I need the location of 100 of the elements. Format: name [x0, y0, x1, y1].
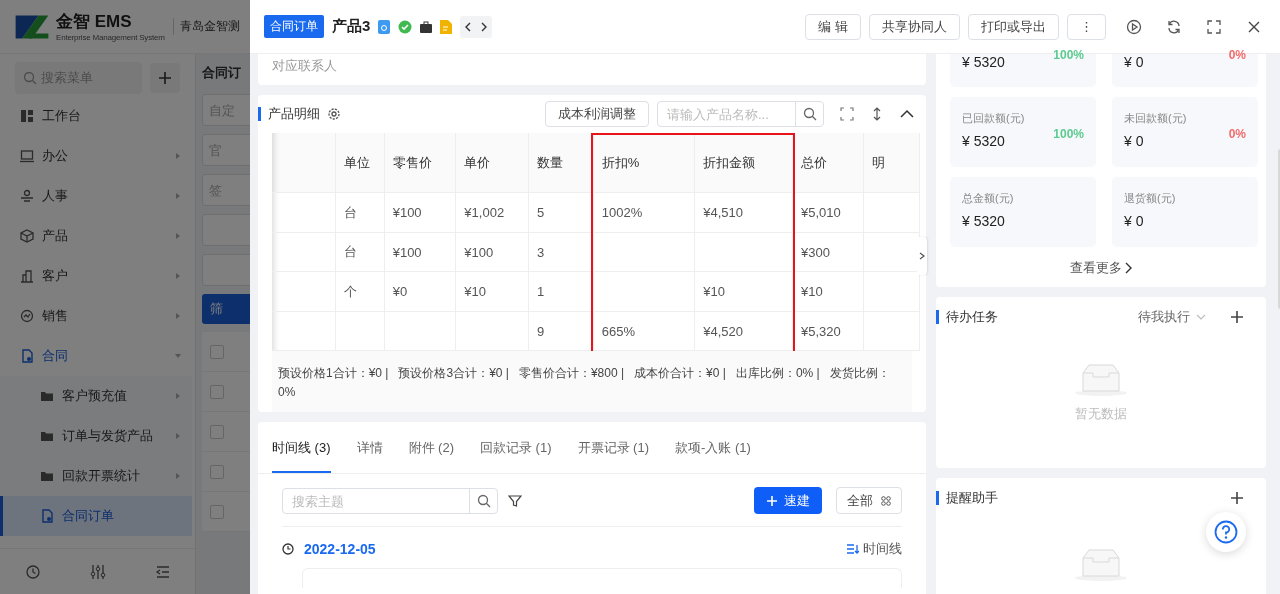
menu-item[interactable]: 客户: [0, 256, 192, 296]
caret-right-icon: [174, 232, 182, 240]
menu-item[interactable]: 办公: [0, 136, 192, 176]
fullscreen-icon[interactable]: [1206, 18, 1222, 35]
timeline-view-link[interactable]: 时间线: [847, 540, 902, 558]
field-label: 对应联系人: [258, 54, 926, 85]
tab[interactable]: 详情: [356, 437, 383, 473]
check-circle-icon[interactable]: [398, 19, 413, 34]
stat-label: 已回款额(元): [962, 111, 1026, 126]
chevron-right-icon: [919, 252, 925, 260]
caret-right-icon: [174, 472, 182, 480]
file-icon[interactable]: [378, 19, 391, 34]
checkbox[interactable]: [210, 384, 224, 399]
search-icon: [23, 71, 37, 85]
tab[interactable]: 时间线 (3): [272, 437, 331, 473]
dashboard-icon: [20, 109, 34, 123]
record-title: 产品3: [332, 17, 371, 36]
menu-item[interactable]: 合同订单: [0, 496, 192, 536]
person-icon: [20, 189, 34, 203]
search-icon: [802, 106, 817, 121]
checkbox[interactable]: [210, 464, 224, 479]
edit-button[interactable]: 编 辑: [805, 13, 861, 40]
table-cell: ¥100: [384, 192, 456, 233]
column-header: 数量: [528, 132, 594, 193]
play-icon[interactable]: [1126, 18, 1142, 35]
page-title: 合同订: [202, 64, 241, 82]
view-more-link[interactable]: 查看更多: [1070, 259, 1132, 277]
add-icon[interactable]: [1230, 310, 1244, 324]
help-button[interactable]: [1206, 512, 1246, 552]
history-icon[interactable]: [24, 563, 41, 580]
building-icon: [20, 269, 34, 283]
menu-item[interactable]: 回款开票统计: [0, 456, 192, 496]
table-cell: ¥1,002: [455, 192, 529, 233]
menu-item[interactable]: 订单与发货产品: [0, 416, 192, 456]
tab[interactable]: 开票记录 (1): [577, 437, 649, 473]
add-icon[interactable]: [1230, 491, 1244, 505]
vertical-arrows-icon[interactable]: [872, 106, 882, 121]
menu-item[interactable]: 产品: [0, 216, 192, 256]
caret-right-icon: [174, 312, 182, 320]
column-header: 明: [863, 132, 920, 193]
cost-adjust-button[interactable]: 成本利润调整: [545, 100, 649, 127]
tab[interactable]: 款项-入账 (1): [675, 437, 751, 473]
briefcase-icon[interactable]: [420, 20, 433, 33]
menu-item[interactable]: 人事: [0, 176, 192, 216]
chevron-right-icon: [480, 21, 489, 32]
stat-ratio: 100%: [1053, 127, 1084, 143]
section-title: 提醒助手: [936, 491, 1220, 505]
collapse-handle[interactable]: [917, 237, 927, 275]
stat-value: ¥ 5320: [962, 133, 1005, 149]
document-icon: [40, 509, 54, 523]
column-header: 零售价: [384, 132, 456, 193]
stat-ratio: 0%: [1228, 127, 1246, 143]
filter-icon[interactable]: [508, 493, 522, 508]
empty-inbox-icon: [1075, 363, 1127, 397]
logo-subtitle: Enterprise Management System: [56, 33, 165, 42]
chart-circle-icon: [20, 309, 34, 323]
section-title: 产品明细: [258, 106, 320, 121]
checkbox[interactable]: [210, 344, 224, 359]
type-tag: 合同订单: [264, 15, 324, 38]
table-cell: ¥4,520: [694, 311, 793, 351]
checkbox[interactable]: [210, 504, 224, 519]
stat-label: 未回款额(元): [1124, 111, 1188, 126]
folder-icon: [40, 389, 54, 403]
sliders-icon[interactable]: [89, 563, 106, 580]
settings-icon[interactable]: [328, 107, 340, 120]
fullscreen-icon[interactable]: [840, 106, 854, 121]
stat-value: ¥ 0: [1124, 213, 1144, 229]
share-button[interactable]: 共享协同人: [869, 13, 960, 40]
menu-item[interactable]: 工作台: [0, 96, 192, 136]
all-button[interactable]: 全部: [836, 487, 902, 514]
add-button[interactable]: [150, 63, 180, 93]
table-cell: ¥100: [455, 232, 529, 272]
caret-right-icon: [174, 192, 182, 200]
tab[interactable]: 附件 (2): [408, 437, 454, 473]
refresh-icon[interactable]: [1166, 18, 1182, 35]
caret-right-icon: [174, 392, 182, 400]
table-cell: ¥10: [455, 271, 529, 312]
sort-icon: [847, 544, 859, 554]
chevron-down-icon: [1196, 314, 1206, 320]
print-export-button[interactable]: 打印或导出: [968, 13, 1059, 40]
table-cell: 665%: [593, 311, 695, 351]
cube-icon: [20, 229, 34, 243]
column-header: 总价: [792, 132, 864, 193]
search-icon: [476, 493, 491, 508]
caret-down-icon: [174, 352, 182, 360]
menu-item[interactable]: 合同: [0, 336, 192, 376]
menu-item[interactable]: 销售: [0, 296, 192, 336]
stat-ratio: 100%: [1053, 48, 1084, 64]
checkbox[interactable]: [210, 424, 224, 439]
stat-value: ¥ 5320: [962, 54, 1005, 70]
filter-dropdown[interactable]: 待我执行: [1138, 308, 1206, 326]
more-button[interactable]: ⋮: [1067, 13, 1106, 40]
tab[interactable]: 回款记录 (1): [480, 437, 552, 473]
quick-create-button[interactable]: 速建: [754, 487, 822, 514]
table-cell: 1002%: [593, 192, 695, 233]
table-cell: 个: [335, 271, 385, 312]
collapse-menu-icon[interactable]: [154, 563, 171, 580]
menu-item[interactable]: 客户预充值: [0, 376, 192, 416]
column-header: 单价: [455, 132, 529, 193]
stat-value: ¥ 0: [1124, 54, 1144, 70]
